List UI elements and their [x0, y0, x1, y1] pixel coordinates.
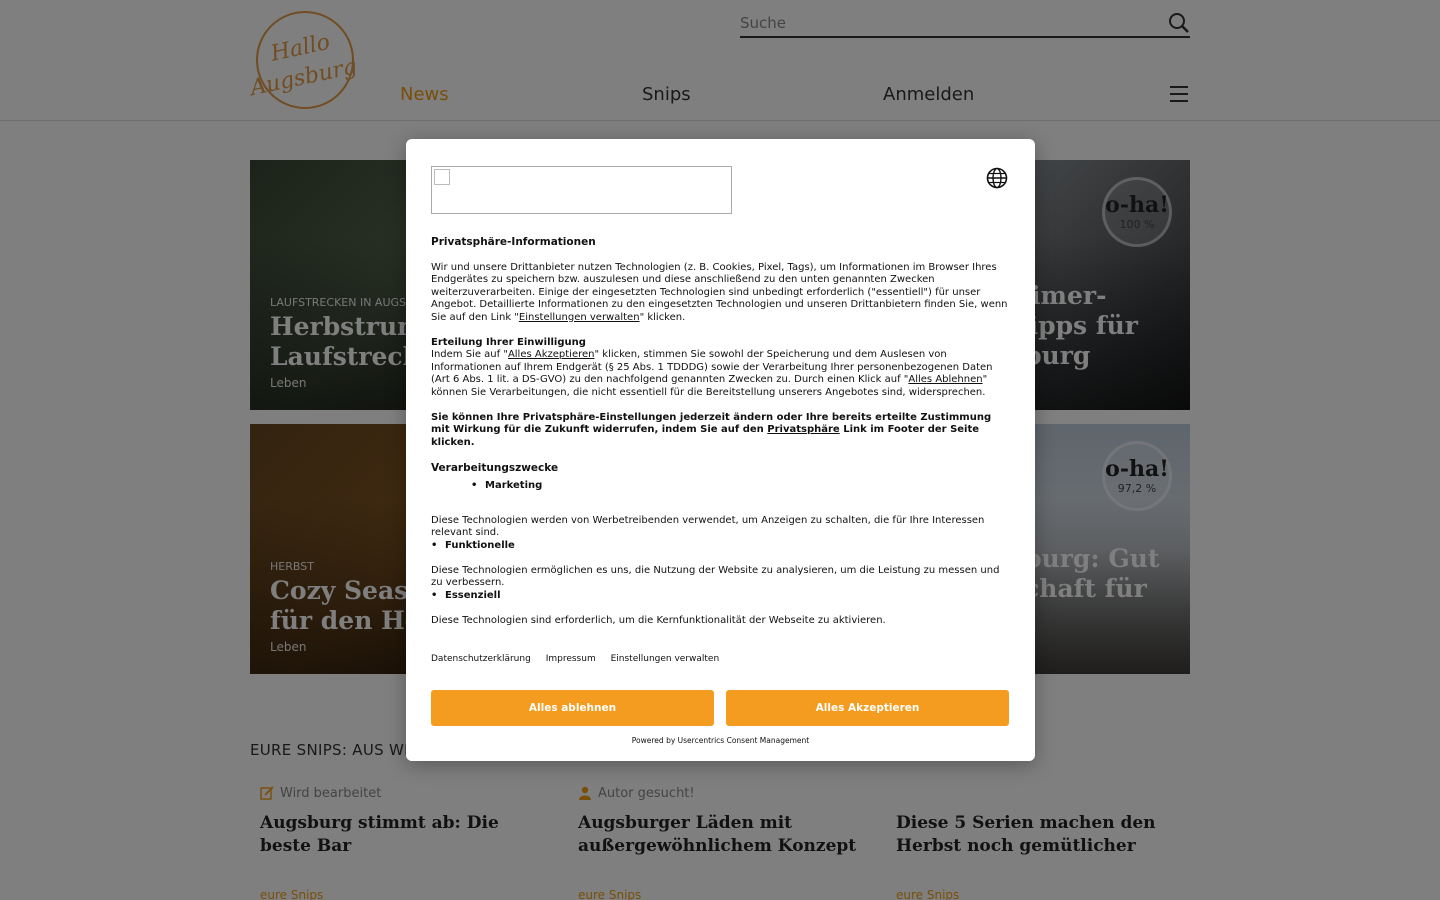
manage-settings-link[interactable]: Einstellungen verwalten [611, 654, 720, 664]
purpose-marketing: • Marketing [471, 480, 543, 491]
language-globe-icon[interactable] [986, 167, 1008, 189]
purpose-essential: • Essenziell [431, 589, 501, 601]
consent-revoke: Sie können Ihre Privatsphäre-Einstellung… [431, 411, 992, 448]
consent-intro: Wir und unsere Drittanbieter nutzen Tech… [431, 261, 1008, 323]
consent-heading: Privatsphäre-Informationen [431, 236, 596, 248]
marketing-desc: Diese Technologien werden von Werbetreib… [431, 514, 985, 539]
accept-all-button[interactable]: Alles Akzeptieren [726, 690, 1009, 726]
powered-by: Powered by Usercentrics Consent Manageme… [631, 736, 810, 745]
reject-all-button[interactable]: Alles ablehnen [431, 690, 714, 726]
consent-grant: Erteilung Ihrer Einwilligung Indem Sie a… [431, 336, 993, 398]
consent-logo-placeholder [431, 166, 732, 214]
purpose-functional: • Funktionelle [431, 539, 515, 551]
privacy-link[interactable]: Privatsphäre [767, 424, 839, 435]
functional-desc: Diese Technologien ermöglichen es uns, d… [431, 564, 1000, 589]
privacy-policy-link[interactable]: Datenschutzerklärung [431, 654, 531, 664]
purposes-heading: Verarbeitungszwecke [431, 461, 559, 474]
essential-desc: Diese Technologien sind erforderlich, um… [431, 614, 886, 626]
settings-link[interactable]: Einstellungen verwalten [519, 312, 640, 323]
imprint-link[interactable]: Impressum [546, 654, 596, 664]
reject-all-link[interactable]: Alles Ablehnen [908, 374, 982, 385]
consent-dialog: Privatsphäre-Informationen Wir und unser… [406, 139, 1035, 761]
accept-all-link[interactable]: Alles Akzeptieren [508, 349, 595, 360]
purposes-list: • Marketing [431, 480, 1011, 493]
consent-footer-links: Datenschutzerklärung Impressum Einstellu… [431, 654, 731, 664]
consent-body: Privatsphäre-Informationen Wir und unser… [431, 236, 1011, 627]
